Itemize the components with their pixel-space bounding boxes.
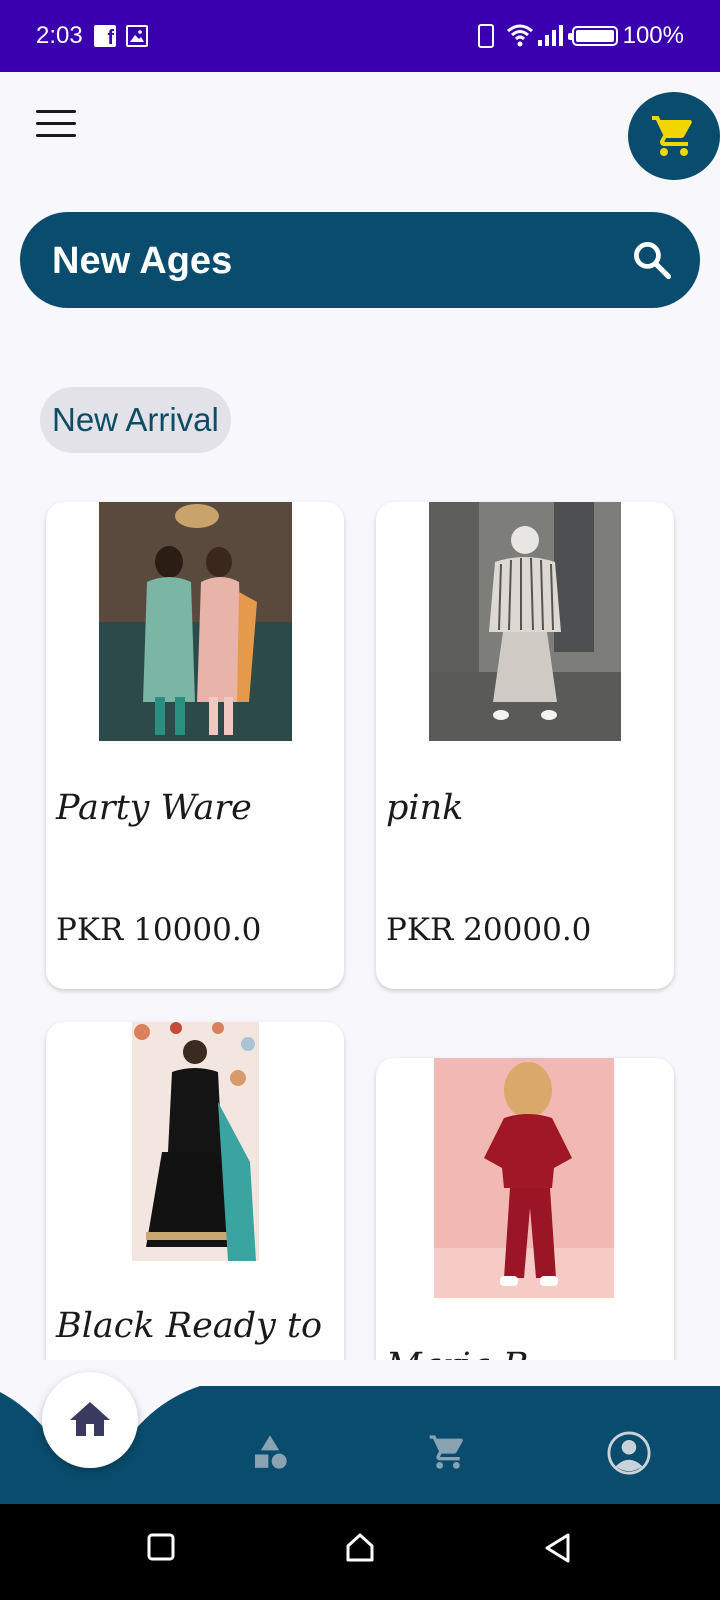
product-price: PKR 10000.0 (56, 912, 262, 948)
product-image (434, 1058, 614, 1298)
new-arrival-chip[interactable]: New Arrival (40, 387, 231, 453)
facebook-icon (94, 25, 116, 50)
status-time: 2:03 (36, 22, 83, 49)
wifi-icon (507, 24, 533, 47)
product-card[interactable]: pink PKR 20000.0 (376, 502, 674, 989)
hamburger-menu-icon[interactable] (36, 110, 76, 140)
product-image (429, 502, 621, 741)
product-image (132, 1022, 259, 1261)
system-nav-bar (0, 1504, 720, 1600)
status-bar: 2:03 100% (0, 0, 720, 72)
phone-icon (478, 24, 494, 48)
search-icon[interactable] (630, 238, 674, 282)
cart-icon[interactable] (428, 1432, 468, 1472)
profile-icon[interactable] (606, 1430, 652, 1476)
home-icon (70, 1402, 110, 1436)
categories-icon[interactable] (250, 1432, 290, 1472)
cart-button[interactable] (628, 92, 720, 180)
signal-icon (538, 25, 563, 46)
product-card[interactable]: Black Ready to (46, 1022, 344, 1402)
back-icon[interactable] (542, 1532, 572, 1564)
nav-home-button[interactable] (42, 1372, 138, 1468)
product-name: Black Ready to (56, 1306, 323, 1346)
search-bar[interactable]: New Ages (20, 212, 700, 308)
product-image (99, 502, 292, 741)
home-icon[interactable] (344, 1532, 376, 1564)
product-name: Party Ware (56, 788, 252, 828)
product-price: PKR 20000.0 (386, 912, 592, 948)
image-icon (126, 25, 148, 47)
battery-percentage: 100% (622, 22, 684, 49)
product-card[interactable]: Maria B (376, 1058, 674, 1402)
battery-icon (568, 26, 618, 46)
recents-icon[interactable] (146, 1532, 176, 1562)
product-name: pink (386, 788, 464, 828)
store-title: New Ages (52, 240, 233, 282)
cart-icon (652, 116, 692, 156)
product-card[interactable]: Party Ware PKR 10000.0 (46, 502, 344, 989)
